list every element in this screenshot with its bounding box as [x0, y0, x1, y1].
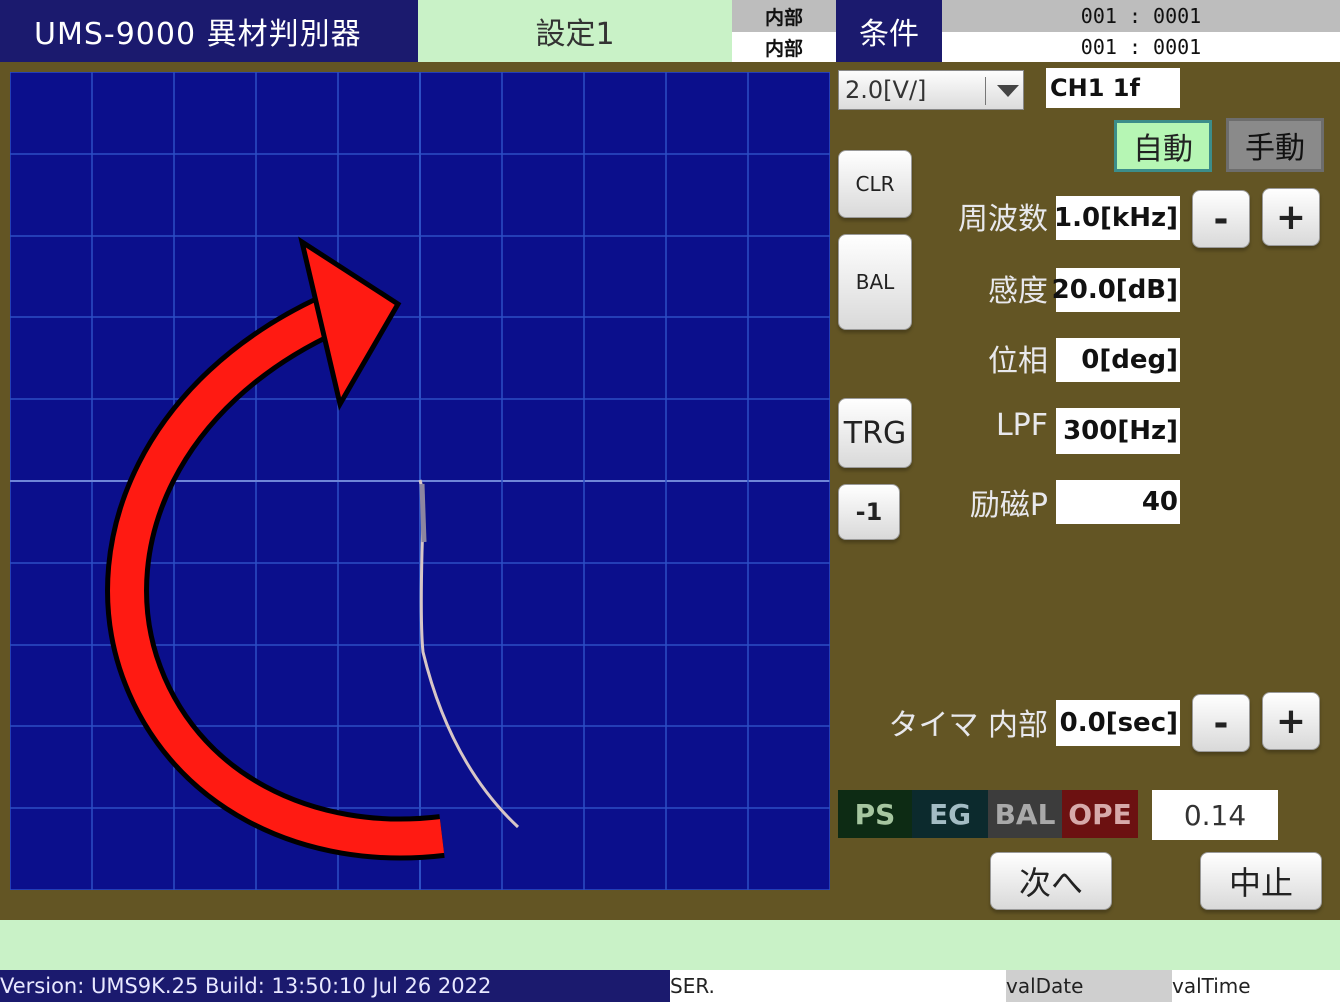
excitation-field[interactable]: 40 [1056, 480, 1180, 524]
lpf-label: LPF [995, 408, 1048, 443]
volt-division-select[interactable]: 2.0[V/] [838, 70, 1024, 110]
mode-indicator-bottom: 内部 [732, 32, 836, 62]
sensitivity-label: 感度 [988, 274, 1048, 309]
frequency-field[interactable]: 1.0[kHz] [1054, 196, 1180, 240]
frequency-increase-button[interactable]: + [1262, 188, 1320, 246]
timer-label: タイマ 内部 [888, 708, 1048, 743]
app-title: UMS-9000 異材判別器 [0, 0, 418, 62]
status-bal-indicator: BAL [988, 790, 1062, 838]
version-info: Version: UMS9K.25 Build: 13:50:10 Jul 26… [0, 970, 670, 1002]
scope-display [10, 72, 830, 890]
auto-mode-button[interactable]: 自動 [1114, 120, 1212, 172]
status-ps-indicator: PS [838, 790, 912, 838]
chevron-down-icon[interactable] [997, 85, 1019, 97]
message-band [0, 920, 1340, 970]
channel-field[interactable]: CH1 1f [1046, 68, 1180, 108]
excitation-label: 励磁P [969, 488, 1048, 523]
phase-label: 位相 [988, 344, 1048, 379]
sensitivity-field[interactable]: 20.0[dB] [1052, 268, 1180, 312]
volt-division-value: 2.0[V/] [845, 76, 927, 104]
val-time-field: valTime [1172, 970, 1340, 1002]
signal-trace-segment [419, 483, 427, 543]
lpf-field[interactable]: 300[Hz] [1056, 408, 1180, 454]
phase-field[interactable]: 0[deg] [1056, 338, 1180, 382]
timer-field[interactable]: 0.0[sec] [1056, 700, 1180, 746]
scope-canvas [10, 72, 830, 890]
mode-indicator-top: 内部 [732, 0, 836, 32]
counter-bottom: 001 : 0001 [942, 32, 1340, 62]
measurement-value: 0.14 [1152, 790, 1278, 840]
status-ope-indicator: OPE [1062, 790, 1138, 838]
manual-mode-button[interactable]: 手動 [1226, 118, 1324, 172]
condition-button[interactable]: 条件 [836, 0, 942, 62]
next-button[interactable]: 次へ [990, 852, 1112, 910]
status-eg-indicator: EG [912, 790, 988, 838]
timer-increase-button[interactable]: + [1262, 692, 1320, 750]
serial-field: SER. [670, 970, 1006, 1002]
val-date-field: valDate [1006, 970, 1172, 1002]
frequency-decrease-button[interactable]: - [1192, 190, 1250, 248]
frequency-label: 周波数 [958, 202, 1048, 237]
setting-tab[interactable]: 設定1 [418, 0, 732, 62]
stop-button[interactable]: 中止 [1200, 852, 1322, 910]
counter-top: 001 : 0001 [942, 0, 1340, 32]
timer-decrease-button[interactable]: - [1192, 694, 1250, 752]
signal-trace [418, 479, 520, 829]
